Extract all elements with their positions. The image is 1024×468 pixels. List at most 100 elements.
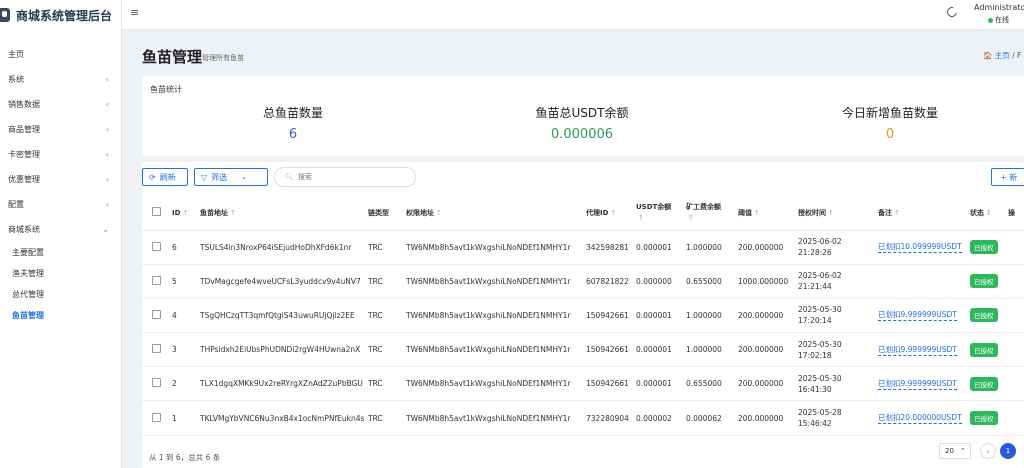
sidebar-item[interactable]: 商城系统 ⌄ — [0, 217, 121, 242]
col-permission[interactable]: 权限地址 ↑ — [404, 196, 584, 231]
sidebar-item[interactable]: 商品管理 ‹ — [0, 117, 121, 142]
filter-button[interactable]: ▽ 筛选 ⌄ — [194, 168, 268, 186]
table-row[interactable]: 1 TKLVMgYbVNC6Nu3nxB4x1ocNmPNfEukn4s TRC TW… — [142, 400, 1024, 436]
sidebar-item[interactable]: 卡密管理 ‹ — [0, 142, 121, 167]
table-row[interactable]: 4 TSgQHCzqTT3qmfQtgiS43uwuRUjQjiz2EE TRC TW… — [142, 298, 1024, 334]
row-select-cell[interactable] — [142, 230, 170, 265]
page-size-value: 20 — [945, 447, 954, 455]
col-auth-time[interactable]: 授权时间 ↑ — [796, 196, 876, 231]
cell-agent: 732280904 — [584, 400, 634, 436]
row-select-cell[interactable] — [142, 400, 170, 436]
sort-icon: ↑ — [754, 208, 760, 217]
topbar: ≡ Administrator 在线 — [122, 0, 1024, 30]
note-link[interactable]: 已划扣9.999999USDT — [878, 344, 957, 356]
cell-threshold: 200.000000 — [736, 400, 796, 436]
row-select-cell[interactable] — [142, 264, 170, 299]
page-size-select[interactable]: 20 ⌃ — [939, 443, 971, 459]
user-name[interactable]: Administrator — [974, 3, 1024, 12]
status-badge[interactable]: 已授权 — [970, 342, 998, 357]
select-all-cell[interactable] — [142, 196, 170, 231]
status-badge[interactable]: 已授权 — [970, 411, 998, 426]
table-row[interactable]: 5 TDvMagcgefe4wveUCFsL3yuddcv9v4uNV7 TRC TW… — [142, 264, 1024, 299]
note-link[interactable]: 已划扣10.099999USDT — [878, 241, 962, 254]
row-checkbox[interactable] — [152, 309, 161, 319]
cell-fee: 0.655000 — [684, 264, 736, 299]
col-address[interactable]: 鱼苗地址 ↑ — [198, 196, 366, 231]
cell-note: 已划扣10.099999USDT — [876, 230, 968, 265]
stats-label: 鱼苗统计 — [150, 85, 182, 94]
chevron-left-icon: ‹ — [986, 446, 990, 456]
cell-address: TSgQHCzqTT3qmfQtgiS43uwuRUjQjiz2EE — [198, 298, 366, 334]
brand[interactable]: 商城系统管理后台 — [0, 0, 121, 30]
cell-id: 4 — [170, 298, 198, 334]
sidebar-subitem[interactable]: 主要配置 — [0, 242, 121, 263]
breadcrumb-home[interactable]: 🏠 主页 — [983, 51, 1010, 60]
cell-chain: TRC — [366, 366, 404, 402]
sidebar-item[interactable]: 销售数据 ‹ — [0, 92, 121, 117]
col-note[interactable]: 备注 ↑ — [876, 196, 968, 231]
col-address-label: 鱼苗地址 — [200, 208, 228, 217]
cell-permission: TW6NMb8h5avt1kWxgshiLNoNDEf1NMHY1r — [404, 230, 584, 265]
note-link[interactable]: 已划扣9.999999USDT — [878, 378, 957, 390]
refresh-button[interactable]: ⟳ 刷新 — [142, 168, 188, 186]
sidebar-subitem[interactable]: 鱼苗管理 — [0, 305, 121, 326]
new-button[interactable]: + 新 — [991, 168, 1024, 186]
cell-status: 已授权 — [968, 332, 1006, 368]
status-badge[interactable]: 已授权 — [970, 308, 998, 323]
menu-toggle-icon[interactable]: ≡ — [130, 6, 139, 19]
sort-icon: ↑ — [894, 208, 900, 217]
col-fee[interactable]: 矿工费余额 ↑ — [684, 196, 736, 231]
col-threshold[interactable]: 阈值 ↑ — [736, 196, 796, 231]
col-id[interactable]: ID ↑ — [170, 196, 198, 231]
sidebar-subitem[interactable]: 渔夫管理 — [0, 263, 121, 284]
col-usdt[interactable]: USDT余额 ↑ — [634, 196, 684, 231]
sidebar-item-label: 销售数据 — [8, 100, 40, 109]
auth-date: 2025-05-28 — [798, 408, 842, 418]
auth-date: 2025-05-30 — [798, 339, 842, 349]
select-all-checkbox[interactable] — [152, 207, 161, 217]
table-row[interactable]: 6 TSULS4in3NroxP64iSEjudHoDhXFd6k1nr TRC TW… — [142, 230, 1024, 265]
row-checkbox[interactable] — [152, 275, 161, 285]
row-checkbox[interactable] — [152, 378, 161, 388]
status-badge[interactable]: 已授权 — [970, 240, 998, 255]
row-select-cell[interactable] — [142, 298, 170, 334]
sidebar-item[interactable]: 配置 ‹ — [0, 192, 121, 217]
row-checkbox[interactable] — [152, 412, 161, 422]
cell-note: 已划扣9.999999USDT — [876, 366, 968, 402]
sidebar-subitem[interactable]: 总代管理 — [0, 284, 121, 305]
chevron-up-icon: ⌃ — [959, 447, 966, 455]
cell-address: TKLVMgYbVNC6Nu3nxB4x1ocNmPNfEukn4s — [198, 400, 366, 436]
page-subtitle: 管理所有鱼苗 — [202, 54, 244, 62]
prev-page-button[interactable]: ‹ — [980, 443, 996, 459]
cell-auth-time: 2025-06-02 21:28:26 — [796, 230, 876, 265]
table-row[interactable]: 3 THPsidxh2EiUbsPhUDNDi2rgW4HUwna2nX TRC TW… — [142, 332, 1024, 368]
row-checkbox[interactable] — [152, 241, 161, 251]
auth-date: 2025-06-02 — [798, 271, 842, 281]
note-link[interactable]: 已划扣20.000000USDT — [878, 412, 962, 425]
col-note-label: 备注 — [878, 208, 892, 217]
stat-usdt-balance: 鱼苗总USDT余额 0.000006 — [472, 104, 692, 142]
col-status[interactable]: 状态 ↕ — [968, 196, 1006, 231]
sort-icon: ↑ — [436, 208, 442, 217]
dark-mode-icon[interactable] — [945, 5, 959, 19]
cell-actions — [1006, 366, 1024, 402]
search-box[interactable]: 🔍︎ — [274, 167, 416, 187]
table-row[interactable]: 2 TLX1dgqXMKk9Ux2reRYrgXZnAdZ2uPbBGU TRC TW… — [142, 366, 1024, 402]
stat-value: 0 — [885, 127, 895, 142]
row-select-cell[interactable] — [142, 366, 170, 402]
sidebar-item[interactable]: 系统 ‹ — [0, 67, 121, 92]
sidebar-item[interactable]: 主页 — [0, 42, 121, 67]
sidebar-item[interactable]: 优惠管理 ‹ — [0, 167, 121, 192]
row-checkbox[interactable] — [152, 344, 161, 354]
sidebar-item-label: 配置 — [8, 200, 24, 209]
status-badge[interactable]: 已授权 — [970, 376, 998, 391]
auth-date: 2025-06-02 — [798, 237, 842, 247]
status-badge[interactable]: 已授权 — [970, 274, 998, 289]
search-input[interactable] — [297, 173, 408, 181]
col-agent[interactable]: 代理ID ↑ — [584, 196, 634, 231]
current-page-button[interactable]: 1 — [1000, 443, 1016, 459]
note-link[interactable]: 已划扣9.999999USDT — [878, 309, 957, 322]
auth-time: 15:46:42 — [798, 419, 832, 429]
sidebar-subitem-label: 主要配置 — [12, 248, 44, 257]
row-select-cell[interactable] — [142, 332, 170, 368]
